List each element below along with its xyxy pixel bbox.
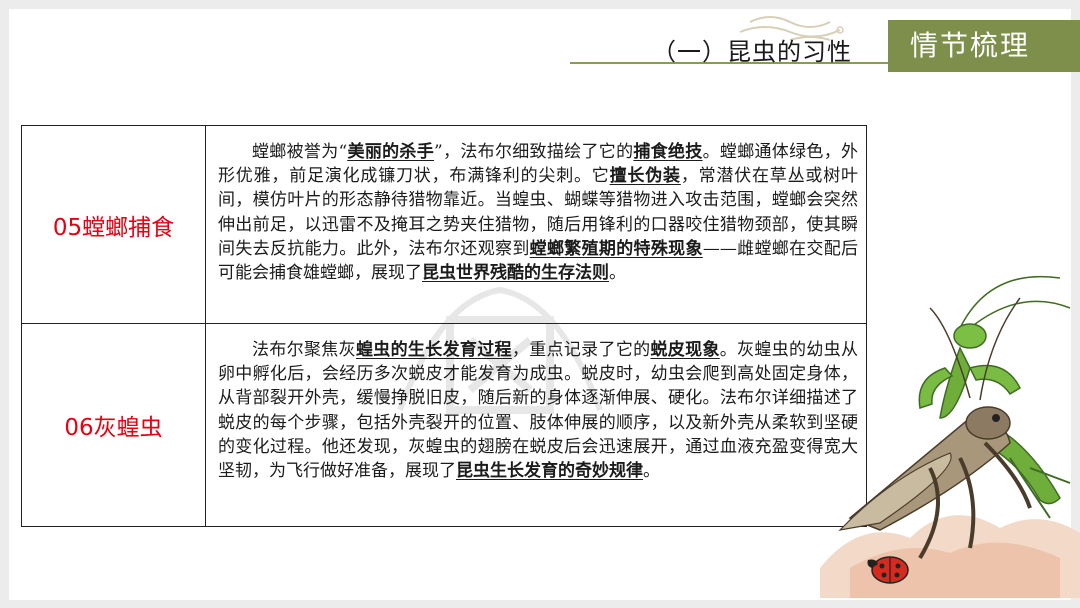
text-run: ”，法布尔细致描绘了它的 — [434, 142, 634, 162]
key-phrase: 昆虫世界残酷的生存法则 — [422, 263, 609, 284]
row-description: 螳螂被誉为“美丽的杀手”，法布尔细致描绘了它的捕食绝技。螳螂通体绿色，外形优雅，… — [218, 140, 858, 285]
table-row: 05螳螂捕食 螳螂被誉为“美丽的杀手”，法布尔细致描绘了它的捕食绝技。螳螂通体绿… — [22, 126, 866, 324]
text-run: ，重点记录了它的 — [511, 340, 651, 360]
section-badge: 情节梳理 — [888, 20, 1080, 72]
key-phrase: 蝗虫的生长发育过程 — [355, 340, 512, 360]
key-phrase: 昆虫生长发育的奇妙规律 — [456, 461, 643, 482]
text-run: 。灰蝗虫的幼虫从卵中孵化后，会经历多次蜕皮才能发育为成虫。蜕皮时，幼虫会爬到高处… — [218, 340, 859, 482]
row-description: 法布尔聚焦灰蝗虫的生长发育过程，重点记录了它的蜕皮现象。灰蝗虫的幼虫从卵中孵化后… — [218, 338, 858, 483]
row-label: 06灰蝗虫 — [22, 324, 206, 526]
row-label: 05螳螂捕食 — [22, 126, 206, 323]
text-run: 。 — [643, 461, 660, 482]
key-phrase: 美丽的杀手 — [347, 142, 435, 162]
text-run: 法布尔聚焦灰 — [252, 340, 356, 360]
grasshopper-illustration — [838, 297, 1032, 560]
key-phrase: 擅长伪装 — [609, 166, 681, 187]
key-phrase: 捕食绝技 — [633, 142, 703, 162]
ink-mountain-decoration — [820, 515, 1080, 598]
content-table: 05螳螂捕食 螳螂被誉为“美丽的杀手”，法布尔细致描绘了它的捕食绝技。螳螂通体绿… — [21, 125, 867, 527]
insect-illustration — [820, 275, 1080, 598]
key-phrase: 蜕皮现象 — [650, 340, 720, 360]
key-phrase: 螳螂繁殖期的特殊现象 — [529, 238, 703, 259]
text-run: 螳螂被誉为“ — [252, 142, 348, 162]
text-run: 。 — [609, 263, 626, 284]
section-title: （一）昆虫的习性 — [652, 38, 852, 66]
table-row: 06灰蝗虫 法布尔聚焦灰蝗虫的生长发育过程，重点记录了它的蜕皮现象。灰蝗虫的幼虫… — [22, 324, 866, 526]
